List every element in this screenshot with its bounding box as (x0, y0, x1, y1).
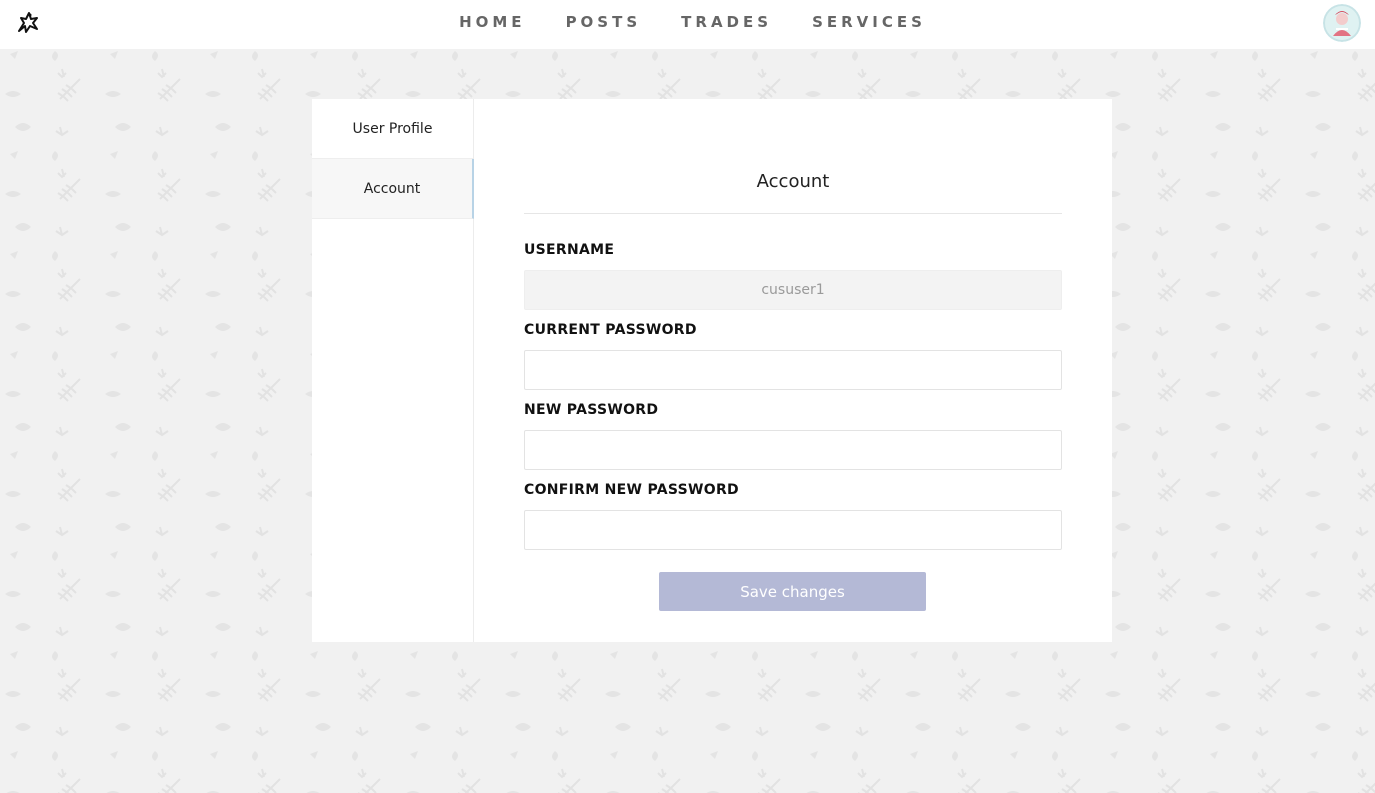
username-field (524, 270, 1062, 310)
confirm-password-label: CONFIRM NEW PASSWORD (524, 482, 739, 498)
settings-card: User Profile Account Account USERNAME CU… (312, 99, 1112, 642)
settings-sidebar: User Profile Account (312, 99, 474, 642)
nav-item-services[interactable]: SERVICES (812, 13, 926, 31)
nav-item-posts[interactable]: POSTS (566, 13, 642, 31)
new-password-label: NEW PASSWORD (524, 402, 659, 418)
current-password-field[interactable] (524, 350, 1062, 390)
section-title: Account (756, 171, 830, 192)
user-avatar[interactable] (1323, 4, 1361, 42)
confirm-password-field[interactable] (524, 510, 1062, 550)
username-label: USERNAME (524, 242, 615, 258)
sidebar-item-account[interactable]: Account (312, 159, 474, 219)
new-password-field[interactable] (524, 430, 1062, 470)
account-panel: Account USERNAME CURRENT PASSWORD NEW PA… (474, 99, 1112, 642)
top-navbar: HOME POSTS TRADES SERVICES (0, 0, 1375, 49)
main-nav: HOME POSTS TRADES SERVICES (0, 0, 1375, 44)
nav-item-trades[interactable]: TRADES (681, 13, 772, 31)
nav-item-home[interactable]: HOME (459, 13, 525, 31)
title-divider (524, 213, 1062, 214)
current-password-label: CURRENT PASSWORD (524, 322, 697, 338)
save-changes-button[interactable]: Save changes (659, 572, 926, 611)
sidebar-item-user-profile[interactable]: User Profile (312, 99, 473, 159)
